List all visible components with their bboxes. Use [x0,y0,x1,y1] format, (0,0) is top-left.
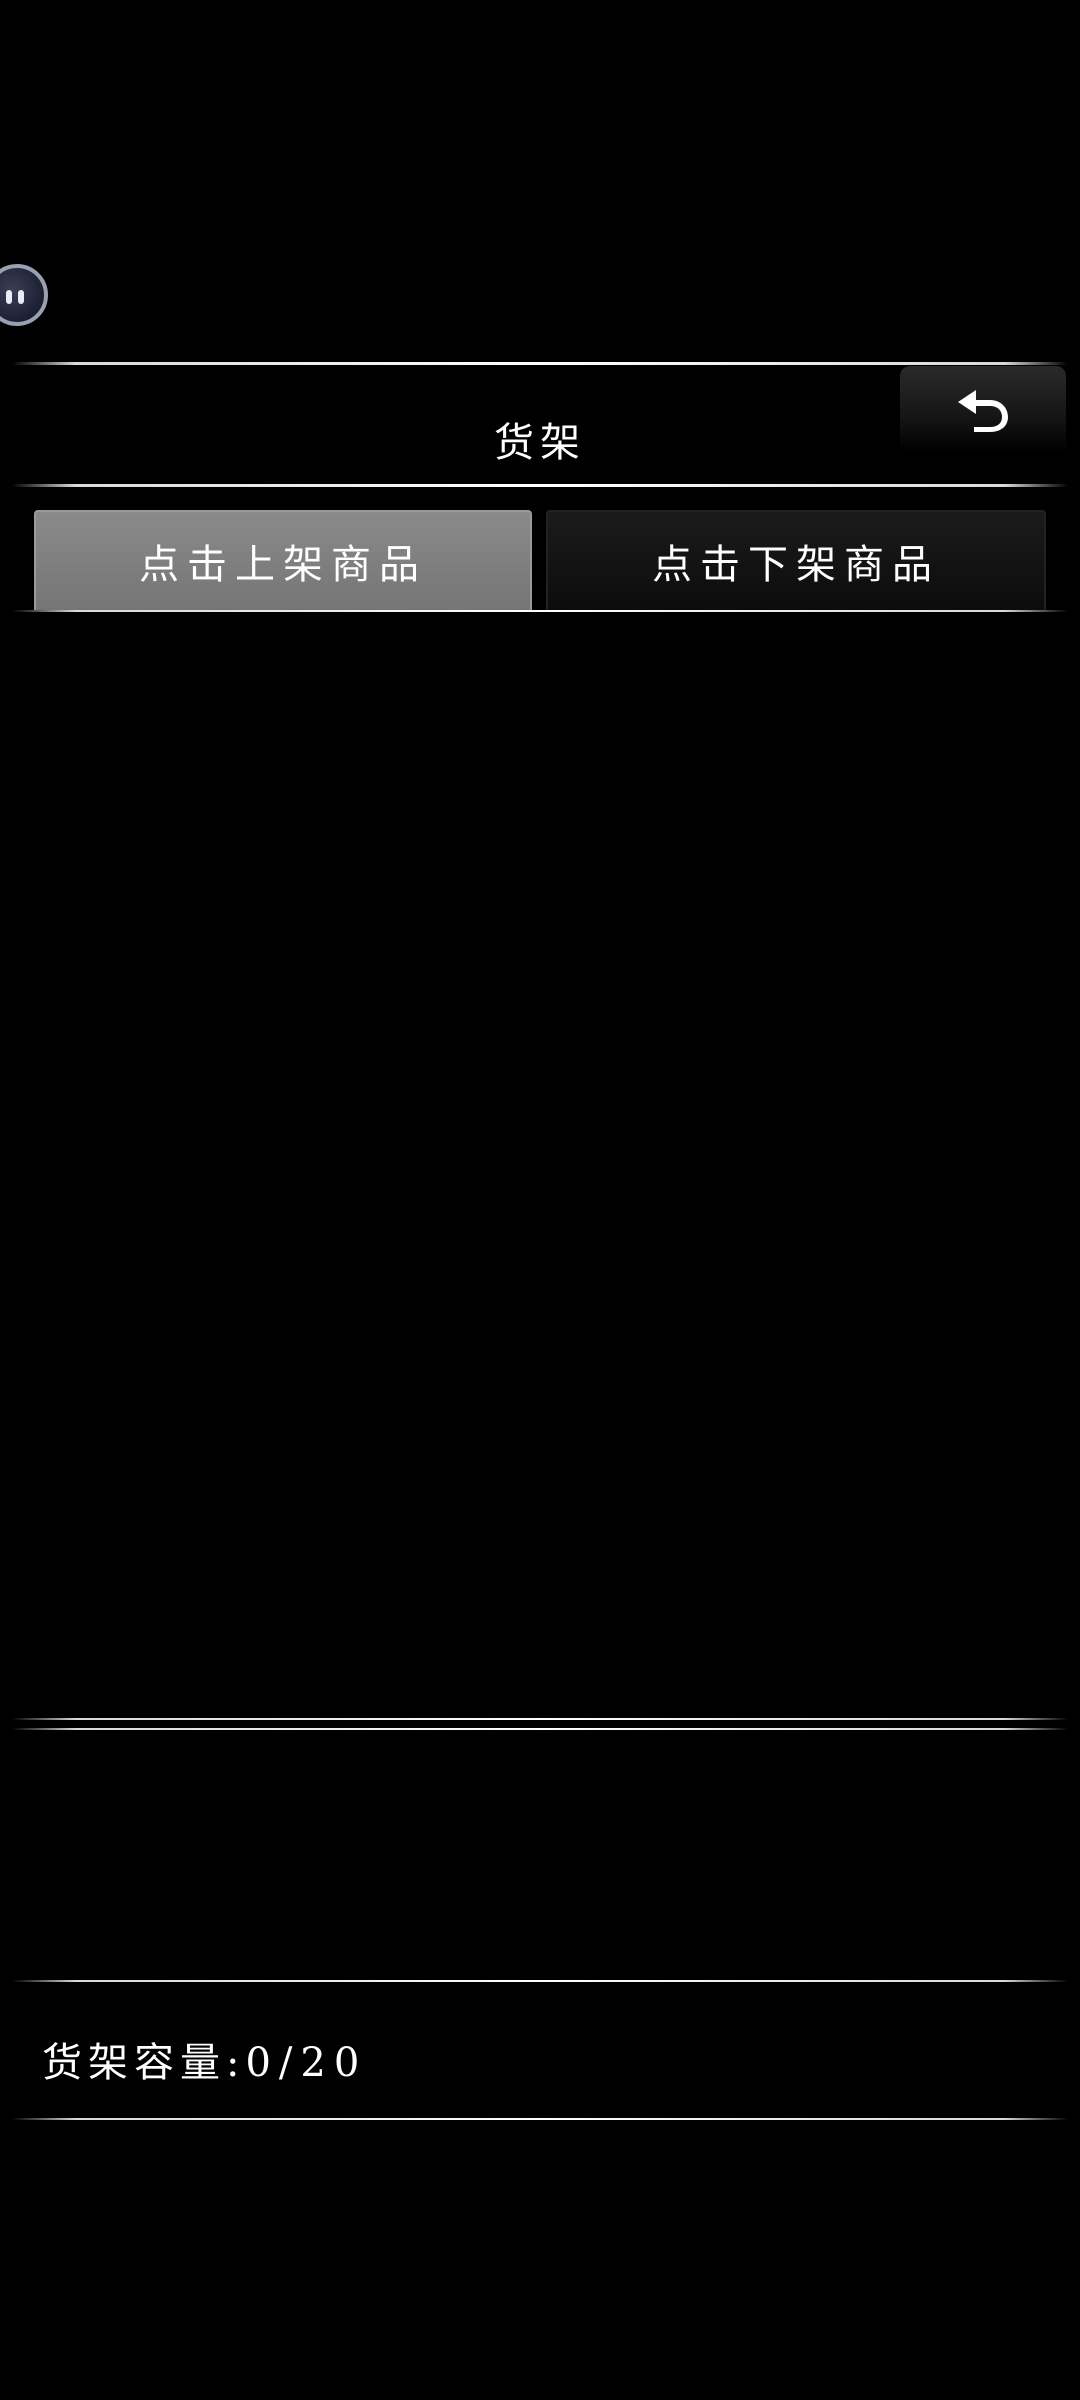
assistant-eye [6,290,12,304]
tab-label: 点击上架商品 [139,542,427,588]
tab-delist-goods[interactable]: 点击下架商品 [546,510,1046,610]
header-bottom-divider [12,484,1068,487]
tab-list-goods[interactable]: 点击上架商品 [34,510,532,610]
capacity-bottom-divider [12,2118,1068,2120]
capacity-value: 0/20 [245,2040,368,2086]
list-bottom-divider-1 [12,1718,1068,1720]
header-top-divider [12,362,1068,365]
assistant-eye [18,290,24,304]
list-bottom-divider-2 [12,1728,1068,1730]
capacity-label: 货架容量: [42,2040,246,2086]
assistant-ball-icon[interactable] [0,264,48,326]
back-arrow-icon [958,390,1008,432]
shelf-list-area[interactable] [12,614,1068,1718]
tabs-bottom-divider [12,610,1068,612]
shelf-capacity: 货架容量:0/20 [42,2030,367,2088]
tab-label: 点击下架商品 [652,542,940,588]
capacity-top-divider [12,1980,1068,1982]
back-button[interactable] [900,366,1066,452]
